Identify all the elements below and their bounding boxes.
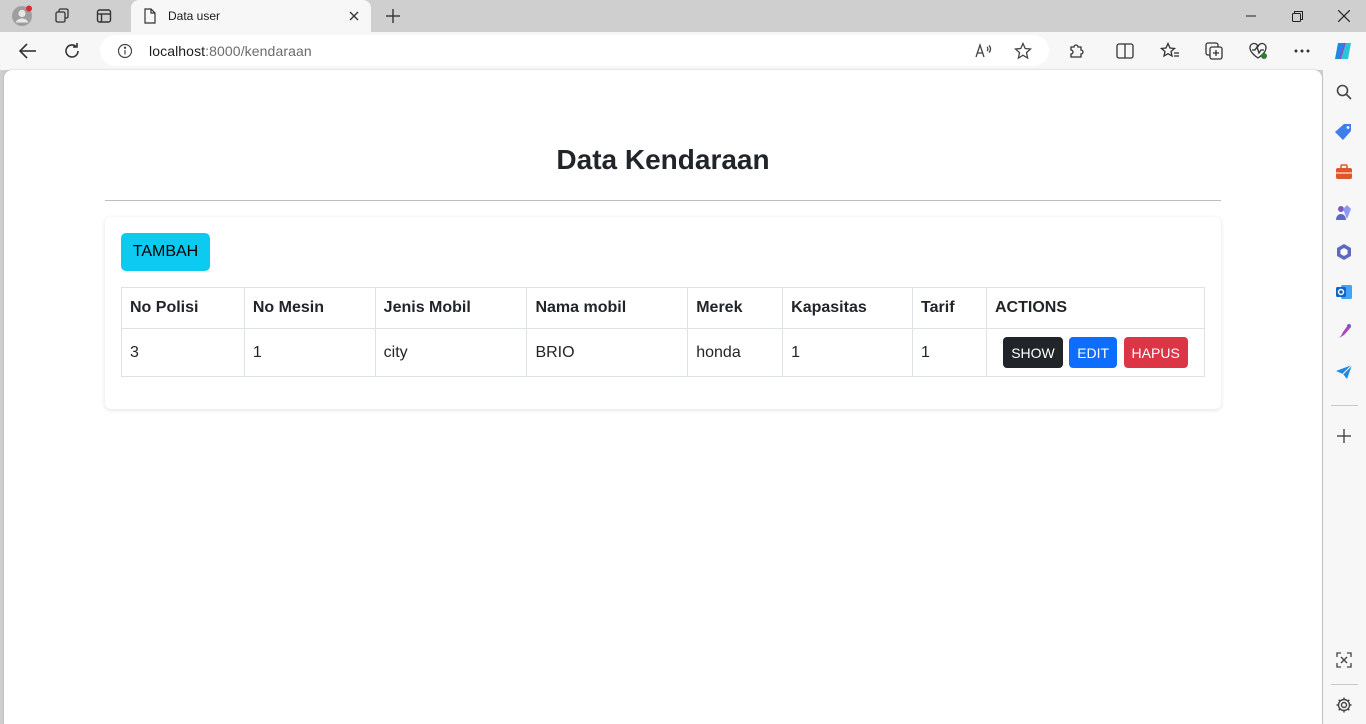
settings-gear-icon[interactable]: [1334, 695, 1354, 715]
data-card: TAMBAH No Polisi No Mesin Jenis Mobil Na…: [105, 217, 1221, 409]
edge-sidebar: [1323, 70, 1366, 724]
read-aloud-icon[interactable]: [974, 41, 994, 61]
url-text[interactable]: localhost:8000/kendaraan: [149, 43, 312, 59]
games-icon[interactable]: [1334, 202, 1354, 222]
kendaraan-table: No Polisi No Mesin Jenis Mobil Nama mobi…: [121, 287, 1206, 377]
sidebar-divider: [1331, 405, 1358, 406]
vertical-tabs-icon[interactable]: [93, 5, 115, 27]
designer-icon[interactable]: [1334, 322, 1354, 342]
delete-button[interactable]: HAPUS: [1123, 337, 1188, 368]
screenshot-capture-icon[interactable]: [1334, 650, 1354, 670]
cell-no-polisi: 3: [121, 328, 245, 377]
site-info-icon[interactable]: [117, 43, 133, 64]
microsoft-365-icon[interactable]: [1334, 242, 1354, 262]
tab-strip: Data user: [0, 0, 1366, 32]
outlook-icon[interactable]: [1334, 282, 1354, 302]
add-button[interactable]: TAMBAH: [121, 233, 210, 271]
minimize-icon[interactable]: [1241, 6, 1261, 26]
new-tab-icon[interactable]: [382, 5, 404, 27]
tab-title: Data user: [168, 9, 221, 23]
header-merek: Merek: [687, 287, 784, 329]
document-icon: [143, 8, 157, 29]
copilot-icon[interactable]: [1331, 39, 1355, 63]
header-kapasitas: Kapasitas: [782, 287, 914, 329]
restore-icon[interactable]: [1287, 6, 1307, 26]
favorites-list-icon[interactable]: [1158, 39, 1182, 63]
tools-briefcase-icon[interactable]: [1334, 162, 1354, 182]
cell-actions: SHOW EDIT HAPUS: [985, 328, 1206, 377]
header-actions: ACTIONS: [985, 287, 1206, 329]
browser-essentials-icon[interactable]: [1246, 39, 1270, 63]
cell-merek: honda: [687, 328, 784, 377]
sidebar-divider: [1331, 684, 1358, 685]
collections-icon[interactable]: [1202, 39, 1226, 63]
show-button[interactable]: SHOW: [1003, 337, 1063, 368]
cell-tarif: 1: [912, 328, 987, 377]
active-tab[interactable]: Data user: [131, 0, 371, 32]
shopping-tag-icon[interactable]: [1334, 122, 1354, 142]
refresh-icon[interactable]: [60, 39, 84, 63]
cell-nama-mobil: BRIO: [526, 328, 689, 377]
page-title: Data Kendaraan: [556, 144, 770, 175]
close-tab-icon[interactable]: [345, 7, 363, 25]
workspaces-icon[interactable]: [51, 5, 73, 27]
browser-toolbar: localhost:8000/kendaraan: [0, 32, 1366, 70]
favorite-star-icon[interactable]: [1013, 41, 1033, 61]
page-viewport: Data Kendaraan TAMBAH No Polisi No Mesin…: [4, 70, 1322, 724]
edit-button[interactable]: EDIT: [1069, 337, 1118, 368]
header-nama-mobil: Nama mobil: [526, 287, 689, 329]
extensions-icon[interactable]: [1065, 39, 1089, 63]
search-icon[interactable]: [1334, 82, 1354, 102]
split-screen-icon[interactable]: [1113, 39, 1137, 63]
header-no-mesin: No Mesin: [243, 287, 376, 329]
profile-avatar-icon[interactable]: [11, 5, 33, 27]
cell-jenis-mobil: city: [374, 328, 528, 377]
cell-kapasitas: 1: [782, 328, 914, 377]
table-header-row: No Polisi No Mesin Jenis Mobil Nama mobi…: [121, 287, 1206, 329]
send-drop-icon[interactable]: [1334, 362, 1354, 382]
header-no-polisi: No Polisi: [121, 287, 245, 329]
table-row: 3 1 city BRIO honda 1 1 SHOW EDIT HAPUS: [121, 328, 1206, 377]
close-window-icon[interactable]: [1334, 6, 1354, 26]
title-divider: [105, 200, 1221, 201]
header-jenis-mobil: Jenis Mobil: [374, 287, 528, 329]
cell-no-mesin: 1: [243, 328, 376, 377]
back-arrow-icon[interactable]: [16, 39, 40, 63]
address-bar[interactable]: localhost:8000/kendaraan: [100, 35, 1049, 66]
add-icon[interactable]: [1334, 426, 1354, 446]
header-tarif: Tarif: [912, 287, 987, 329]
more-options-icon[interactable]: [1290, 39, 1314, 63]
